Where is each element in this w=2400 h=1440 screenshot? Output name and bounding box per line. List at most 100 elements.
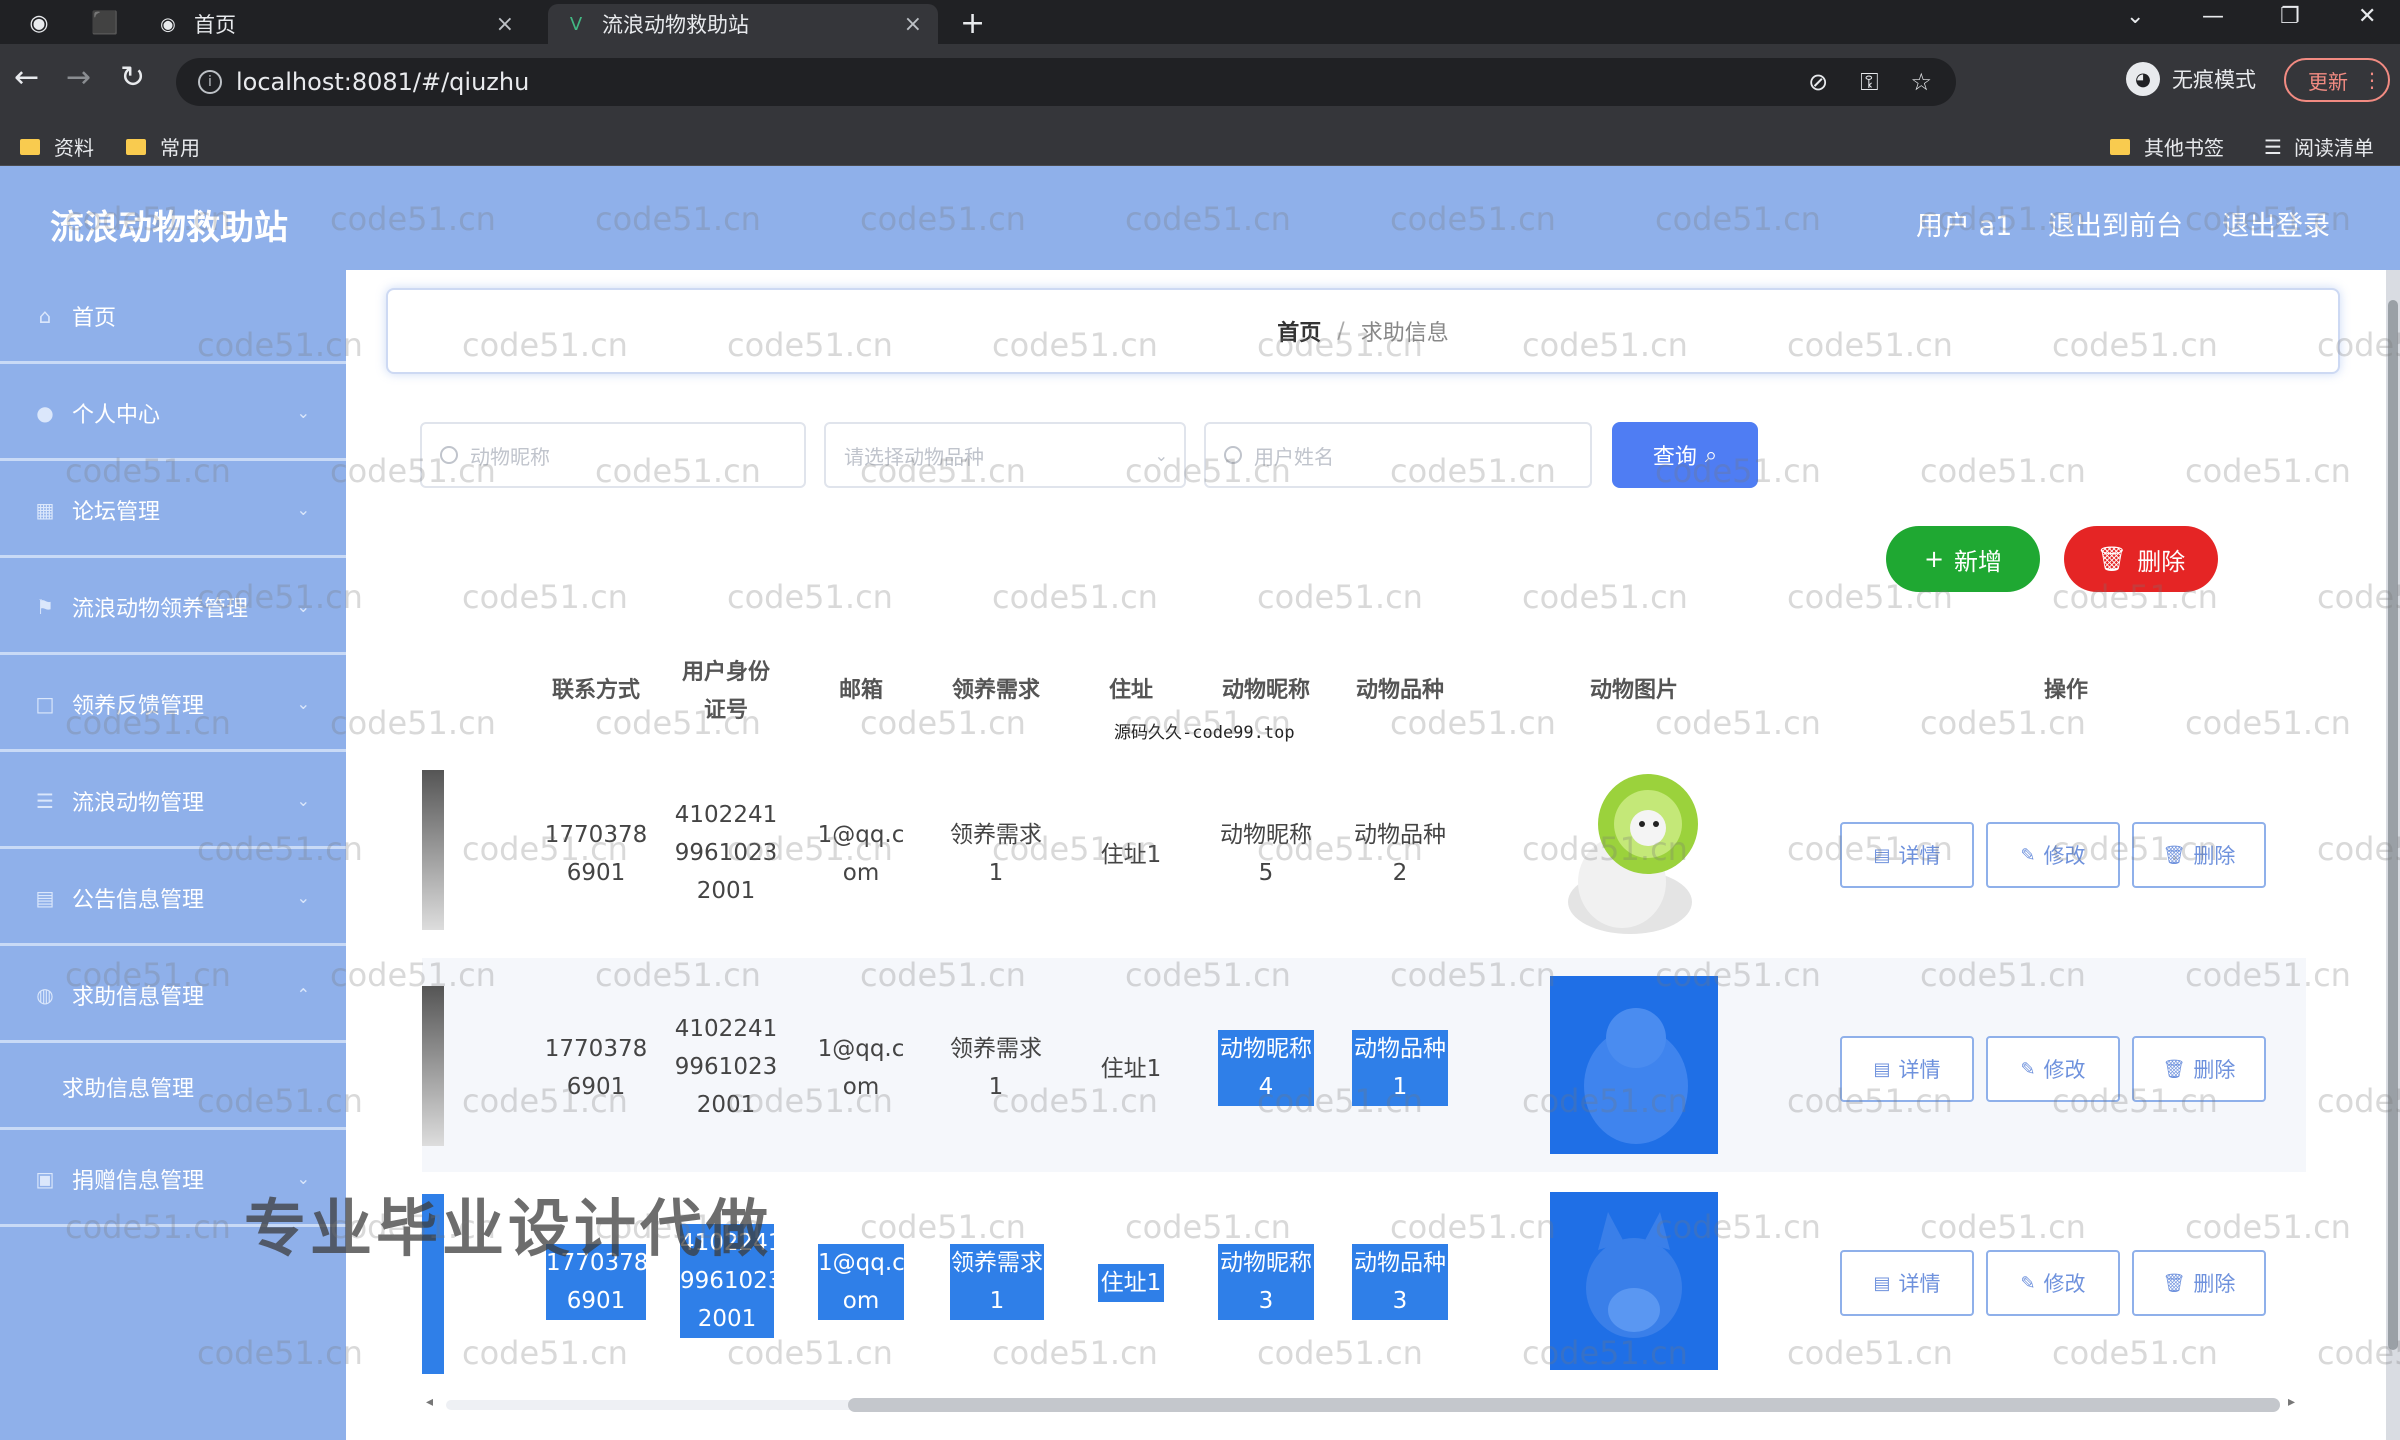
chevron-down-icon: ⌄ bbox=[1154, 445, 1168, 465]
back-to-front-link[interactable]: 退出到前台 bbox=[2048, 204, 2183, 243]
blocked-icon[interactable]: ⊘ bbox=[1808, 68, 1828, 96]
sidebar-item-label: 流浪动物管理 bbox=[72, 790, 205, 816]
sidebar-item-help[interactable]: ◍ 求助信息管理 ⌃ bbox=[0, 949, 346, 1043]
cell-nickname: 动物昵称 5 bbox=[1220, 822, 1312, 886]
reading-list[interactable]: ☰ 阅读清单 bbox=[2264, 132, 2374, 161]
detail-button[interactable]: ▤ 详情 bbox=[1840, 1250, 1974, 1316]
restore-icon[interactable]: ❐ bbox=[2280, 4, 2300, 29]
breadcrumb-separator: / bbox=[1337, 318, 1345, 344]
tab-rescue-station[interactable]: V 流浪动物救助站 × bbox=[548, 4, 938, 44]
column-header: 操作 bbox=[2043, 678, 2088, 703]
close-icon[interactable]: × bbox=[904, 12, 922, 37]
edit-button[interactable]: ✎ 修改 bbox=[1986, 822, 2120, 888]
reading-list-icon: ☰ bbox=[2264, 134, 2282, 159]
sidebar-subitem-help[interactable]: 求助信息管理 bbox=[0, 1046, 346, 1130]
animal-image bbox=[1550, 1192, 1718, 1370]
browser-toolbar: ← → ↻ i localhost:8081/#/qiuzhu ⊘ ⚿ ☆ ◕ … bbox=[0, 44, 2400, 122]
document-icon: ▤ bbox=[1873, 1058, 1891, 1080]
scroll-right-icon[interactable]: ▸ bbox=[2288, 1394, 2295, 1410]
sidebar-item-notices[interactable]: ▤ 公告信息管理 ⌄ bbox=[0, 852, 346, 946]
breadcrumb-home[interactable]: 首页 bbox=[1277, 315, 1321, 347]
column-header: 动物昵称 bbox=[1221, 678, 1310, 703]
browser-menu-icon[interactable]: ◉ bbox=[22, 6, 56, 40]
breadcrumb: 首页 / 求助信息 bbox=[386, 288, 2340, 374]
scroll-thumb[interactable] bbox=[848, 1398, 2280, 1412]
animal-image bbox=[1550, 976, 1718, 1154]
cell-demand: 领养需求 1 bbox=[950, 1036, 1042, 1100]
minimize-icon[interactable]: — bbox=[2202, 4, 2224, 29]
tab-home[interactable]: ◉ 首页 × bbox=[140, 4, 530, 44]
current-user: 用户 a1 bbox=[1916, 211, 2013, 242]
delete-button[interactable]: 🗑 删除 bbox=[2132, 1036, 2266, 1102]
tab-label: 流浪动物救助站 bbox=[602, 13, 749, 37]
tab-search-icon[interactable]: ⌄ bbox=[2126, 4, 2144, 29]
info-icon[interactable]: i bbox=[198, 70, 222, 94]
column-header: 动物图片 bbox=[1589, 678, 1678, 703]
delete-button[interactable]: 🗑 删除 bbox=[2132, 1250, 2266, 1316]
user-icon: ● bbox=[36, 400, 54, 425]
trash-icon: 🗑 bbox=[2096, 545, 2128, 573]
sidebar-item-profile[interactable]: ● 个人中心 ⌄ bbox=[0, 367, 346, 461]
trash-icon: 🗑 bbox=[2162, 844, 2186, 866]
vue-icon: V bbox=[569, 13, 583, 35]
sidebar-item-adoption[interactable]: ⚑ 流浪动物领养管理 ⌄ bbox=[0, 561, 346, 655]
sidebar-item-label: 论坛管理 bbox=[72, 499, 161, 525]
delete-button[interactable]: 🗑 删除 bbox=[2132, 822, 2266, 888]
cell-nickname: 动物昵称 3 bbox=[1218, 1244, 1314, 1320]
cell-id-card: 4102241 9961023 2001 bbox=[674, 802, 778, 904]
promo-overlay-text: 专业毕业设计代做 bbox=[244, 1192, 773, 1265]
home-icon: ⌂ bbox=[38, 303, 52, 328]
window-close-icon[interactable]: ✕ bbox=[2358, 4, 2376, 29]
bookmark-folder[interactable]: 资料 bbox=[20, 132, 94, 161]
edit-button[interactable]: ✎ 修改 bbox=[1986, 1036, 2120, 1102]
more-icon: ⋮ bbox=[2362, 68, 2382, 92]
horizontal-scrollbar[interactable]: ◂ ▸ bbox=[422, 1394, 2306, 1416]
query-button[interactable]: 查询 ⌕ bbox=[1612, 422, 1758, 488]
extension-icon[interactable]: ⬛ bbox=[88, 6, 122, 40]
chevron-down-icon: ⌄ bbox=[296, 500, 310, 519]
detail-button[interactable]: ▤ 详情 bbox=[1840, 822, 1974, 888]
close-icon[interactable]: × bbox=[496, 12, 514, 37]
column-header: 动物品种 bbox=[1355, 678, 1444, 703]
scroll-thumb[interactable] bbox=[2388, 300, 2398, 1350]
incognito-indicator[interactable]: ◕ 无痕模式 bbox=[2126, 62, 2256, 96]
back-icon[interactable]: ← bbox=[14, 60, 39, 95]
address-bar[interactable]: i localhost:8081/#/qiuzhu ⊘ ⚿ ☆ bbox=[176, 58, 1956, 106]
sidebar-item-forum[interactable]: ▦ 论坛管理 ⌄ bbox=[0, 464, 346, 558]
animal-image bbox=[1550, 762, 1718, 940]
new-tab-icon[interactable]: + bbox=[960, 6, 985, 41]
user-name-input[interactable]: 用户姓名 bbox=[1204, 422, 1592, 488]
logout-link[interactable]: 退出登录 bbox=[2222, 204, 2330, 243]
vertical-scrollbar[interactable] bbox=[2386, 270, 2400, 1440]
detail-button[interactable]: ▤ 详情 bbox=[1840, 1036, 1974, 1102]
bookmark-folder[interactable]: 常用 bbox=[126, 132, 200, 161]
cell-demand: 领养需求 1 bbox=[950, 1244, 1044, 1320]
scroll-left-icon[interactable]: ◂ bbox=[426, 1394, 433, 1410]
cell-id-card: 4102241 9961023 2001 bbox=[674, 1016, 778, 1118]
key-icon[interactable]: ⚿ bbox=[1860, 68, 1878, 96]
sidebar-item-feedback[interactable]: □ 领养反馈管理 ⌄ bbox=[0, 658, 346, 752]
cell-phone: 1770378 6901 bbox=[544, 1036, 648, 1100]
edit-label: 修改 bbox=[2043, 1058, 2086, 1082]
animal-name-input[interactable]: 动物昵称 bbox=[420, 422, 806, 488]
placeholder: 请选择动物品种 bbox=[844, 444, 984, 469]
chevron-down-icon: ⌄ bbox=[296, 791, 310, 810]
reload-icon[interactable]: ↻ bbox=[120, 60, 145, 95]
delete-label: 删除 bbox=[2193, 1058, 2236, 1082]
update-button[interactable]: 更新 ⋮ bbox=[2284, 58, 2390, 102]
folder-icon bbox=[126, 138, 146, 155]
add-label: 新增 bbox=[1954, 547, 2003, 576]
batch-delete-button[interactable]: 🗑 删除 bbox=[2064, 526, 2218, 592]
sidebar-item-home[interactable]: ⌂ 首页 bbox=[0, 270, 346, 364]
sidebar-item-animals[interactable]: ☰ 流浪动物管理 ⌄ bbox=[0, 755, 346, 849]
edit-button[interactable]: ✎ 修改 bbox=[1986, 1250, 2120, 1316]
list-icon: ☰ bbox=[36, 788, 54, 813]
forward-icon[interactable]: → bbox=[66, 60, 91, 95]
column-header: 用户身份 证号 bbox=[681, 660, 770, 723]
other-bookmarks[interactable]: 其他书签 bbox=[2110, 132, 2224, 161]
delete-label: 删除 bbox=[2193, 1272, 2236, 1296]
add-button[interactable]: + 新增 bbox=[1886, 526, 2040, 592]
star-icon[interactable]: ☆ bbox=[1910, 68, 1932, 96]
edit-icon: ✎ bbox=[2020, 1272, 2036, 1294]
breed-select[interactable]: 请选择动物品种 ⌄ bbox=[824, 422, 1186, 488]
